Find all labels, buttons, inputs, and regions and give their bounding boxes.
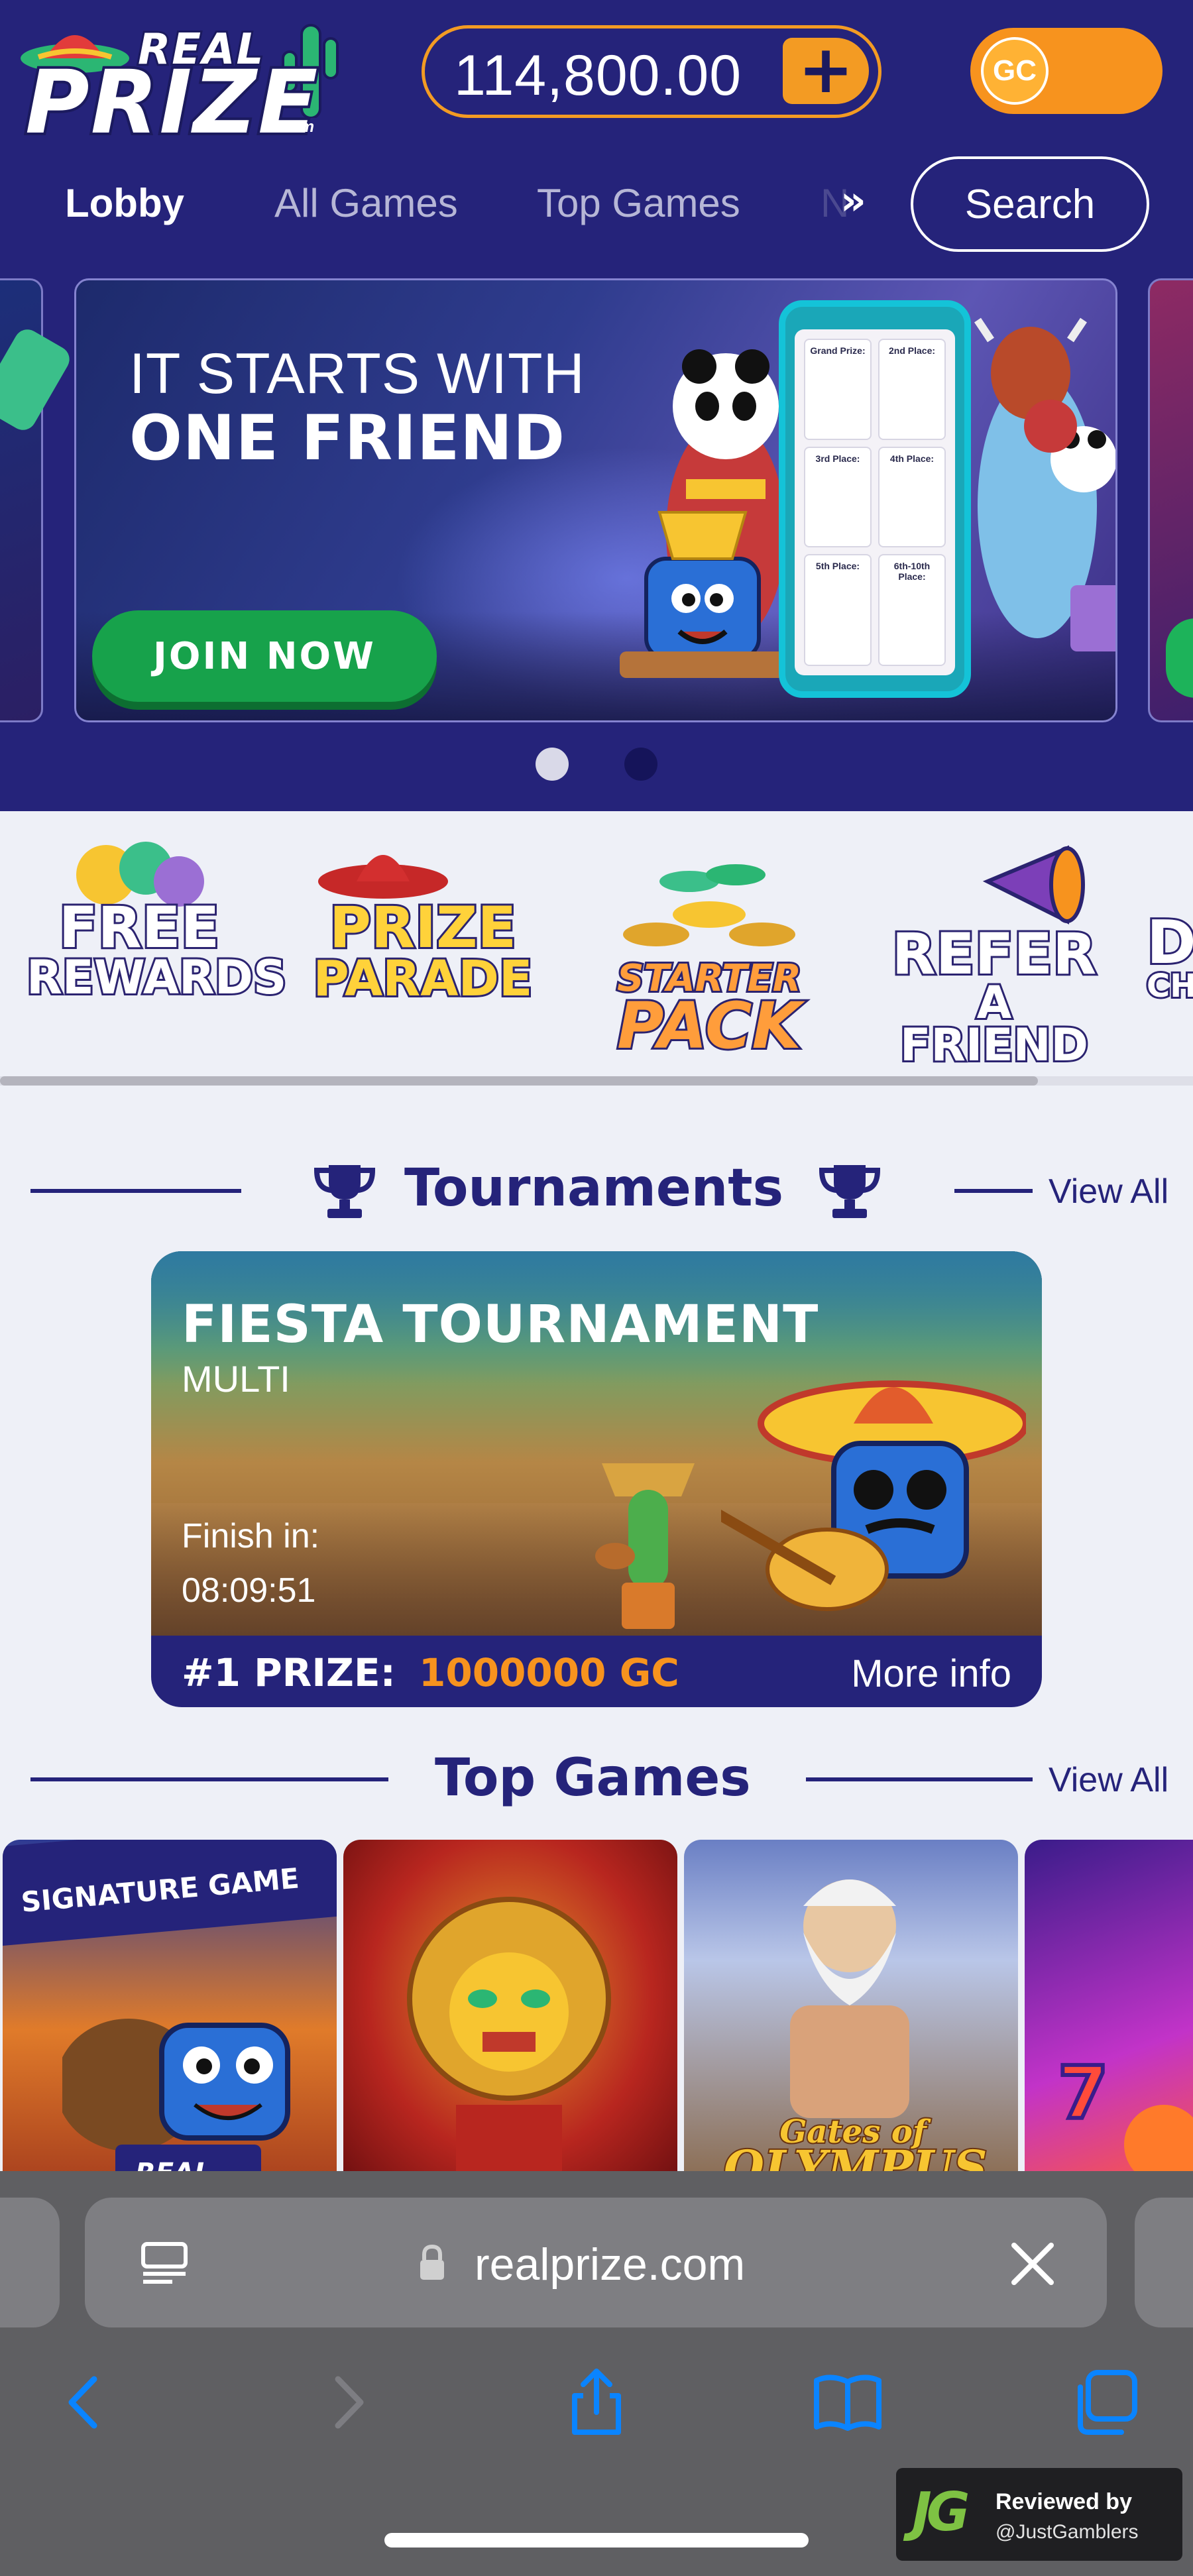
category-nav: Lobby All Games Top Games N » Search xyxy=(0,154,1193,253)
tab-top-games[interactable]: Top Games xyxy=(537,180,740,226)
bookmarks-icon[interactable] xyxy=(811,2366,884,2439)
promo-line: PACK xyxy=(615,989,803,1064)
tournament-type: MULTI xyxy=(182,1358,290,1400)
golden-lion-illustration xyxy=(407,1897,611,2184)
carousel-dot-active[interactable] xyxy=(536,748,569,781)
promo-prize-parade[interactable]: PRIZE PARADE xyxy=(310,828,536,1054)
divider xyxy=(806,1777,1033,1781)
currency-toggle[interactable]: GC xyxy=(970,28,1163,114)
justgamblers-logo: JG xyxy=(912,2481,970,2543)
coin-balance[interactable]: 114,800.00 + xyxy=(422,25,881,118)
add-coins-button[interactable]: + xyxy=(783,30,869,108)
game-tile[interactable]: Gates of OLYMPUS xyxy=(684,1840,1018,2184)
more-info-link[interactable]: More info xyxy=(851,1652,1011,1696)
blue-mascot-illustration xyxy=(620,499,785,685)
countdown-timer: 08:09:51 xyxy=(182,1571,316,1610)
phone-prizes-illustration: Grand Prize: 2nd Place: 3rd Place: 4th P… xyxy=(779,300,971,698)
home-indicator[interactable] xyxy=(384,2533,809,2548)
promo-line: REFER xyxy=(890,921,1099,987)
double-chevron-right-icon[interactable]: » xyxy=(840,178,866,224)
url-text[interactable]: realprize.com xyxy=(475,2239,745,2290)
trophy-icon xyxy=(819,1165,880,1218)
promo-line: PRIZE xyxy=(327,895,518,961)
promo-starter-pack[interactable]: STARTER PACK xyxy=(596,828,822,1064)
promo-refer-a-friend[interactable]: REFER A FRIEND xyxy=(881,828,1107,1070)
tournaments-title: Tournaments xyxy=(404,1158,784,1218)
promo-line: A FRIEND xyxy=(898,976,1090,1072)
tournament-name: FIESTA TOURNAMENT xyxy=(182,1295,819,1355)
prize-cell: 6th-10th Place: xyxy=(878,554,946,666)
watermark-line-1: Reviewed by xyxy=(995,2489,1132,2514)
game-tile[interactable] xyxy=(343,1840,677,2184)
prize-cell: 5th Place: xyxy=(804,554,872,666)
tab-lobby[interactable]: Lobby xyxy=(65,180,184,226)
site-header: REAL PRIZE .com 114,800.00 + GC Lobby Al… xyxy=(0,0,1193,811)
reviewed-by-watermark: JG Reviewed by @JustGamblers xyxy=(896,2468,1182,2561)
logo-domain-text: .com xyxy=(277,118,315,136)
prize-cell: 4th Place: xyxy=(878,446,946,548)
next-tab-preview[interactable] xyxy=(1135,2198,1193,2327)
address-bar[interactable]: realprize.com xyxy=(85,2198,1107,2327)
gift-illustration xyxy=(1070,585,1115,651)
prize-cell: 2nd Place: xyxy=(878,339,946,440)
promo-line: D xyxy=(1145,908,1193,978)
tournament-card[interactable]: FIESTA TOURNAMENT MULTI Finish in: 08:09… xyxy=(151,1251,1042,1707)
lucky-seven-illustration: 7 xyxy=(1056,2048,1193,2184)
banner-slide-next[interactable] xyxy=(1148,278,1193,722)
blue-mascot-illustration xyxy=(62,2019,290,2171)
promo-line: REWARDS xyxy=(25,950,288,1005)
top-games-view-all-link[interactable]: View All xyxy=(1049,1760,1168,1800)
tournament-prize-bar: #1 PRIZE: 1000000 GC More info xyxy=(151,1636,1042,1707)
zeus-illustration xyxy=(790,1879,909,2118)
real-prize-logo[interactable]: REAL PRIZE .com xyxy=(12,5,339,156)
back-arrow-icon[interactable] xyxy=(48,2366,121,2439)
plus-icon: + xyxy=(798,30,854,108)
page-menu-icon[interactable] xyxy=(138,2237,191,2290)
previous-tab-preview[interactable] xyxy=(0,2198,60,2327)
tab-all-games[interactable]: All Games xyxy=(274,180,458,226)
lock-icon xyxy=(420,2244,444,2280)
finish-label: Finish in: xyxy=(182,1517,320,1555)
promo-line: CH xyxy=(1145,967,1193,1005)
svg-text:7: 7 xyxy=(1058,2050,1109,2135)
carousel-dot[interactable] xyxy=(624,748,657,781)
sombrero-icon xyxy=(318,855,448,899)
game-tile[interactable]: SIGNATURE GAME REAL xyxy=(3,1840,337,2184)
cactus-guitar-character xyxy=(595,1463,695,1629)
prize-value: 1000000 GC xyxy=(419,1650,679,1695)
tournaments-view-all-link[interactable]: View All xyxy=(1049,1172,1168,1211)
top-games-title: Top Games xyxy=(435,1748,751,1808)
join-now-button[interactable]: JOIN NOW xyxy=(92,610,437,702)
prize-cell: 3rd Place: xyxy=(804,446,872,548)
balance-value: 114,800.00 xyxy=(454,44,742,107)
game-tile[interactable]: 7 xyxy=(1025,1840,1193,2184)
coin-stack-icon xyxy=(623,864,795,946)
search-button[interactable]: Search xyxy=(911,156,1149,252)
promo-free-rewards[interactable]: FREE REWARDS xyxy=(25,828,288,1054)
banner-headline-1: IT STARTS WITH xyxy=(129,342,585,406)
prize-label: #1 PRIZE: xyxy=(182,1650,396,1695)
divider xyxy=(30,1777,388,1781)
promo-line: FREE xyxy=(57,895,221,961)
close-icon[interactable] xyxy=(1006,2237,1059,2290)
promo-partial-tile[interactable]: D CH xyxy=(1145,828,1193,1054)
promo-scrollbar[interactable] xyxy=(0,1076,1038,1086)
banner-headline-2: ONE FRIEND xyxy=(129,402,565,475)
divider xyxy=(954,1189,1033,1193)
prize-cell: Grand Prize: xyxy=(804,339,872,440)
currency-label: GC xyxy=(993,54,1037,87)
share-icon[interactable] xyxy=(560,2366,633,2439)
logo-prize-text: PRIZE xyxy=(23,49,320,156)
trophy-icon xyxy=(314,1165,375,1218)
forward-arrow-icon[interactable] xyxy=(312,2366,384,2439)
banner-slide-previous[interactable] xyxy=(0,278,74,722)
mariachi-mascot-character xyxy=(721,1380,1026,1611)
tabs-icon[interactable] xyxy=(1068,2366,1141,2439)
megaphone-icon xyxy=(982,845,1085,924)
gold-coin-icon: GC xyxy=(981,37,1049,105)
divider xyxy=(30,1189,241,1193)
watermark-line-2: @JustGamblers xyxy=(995,2521,1139,2543)
promo-banner[interactable]: IT STARTS WITH ONE FRIEND JOIN NOW Grand… xyxy=(74,278,1117,722)
promo-line: PARADE xyxy=(312,950,535,1007)
